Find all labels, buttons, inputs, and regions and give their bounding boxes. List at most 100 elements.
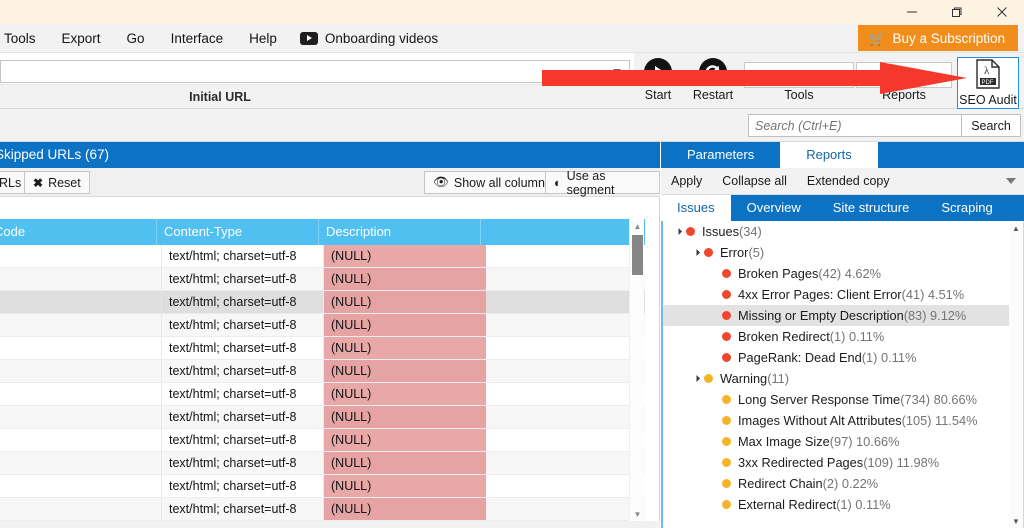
apply-button[interactable]: Apply (661, 174, 712, 188)
use-as-segment-button[interactable]: ◐ Use as segment (545, 169, 660, 197)
tree-item-count: (2) 0.22% (822, 476, 879, 491)
cell-content-type: text/html; charset=utf-8 (162, 337, 324, 359)
tree-item-count: (1) 0.11% (836, 497, 891, 512)
menu-item-export[interactable]: Export (49, 24, 114, 53)
subtab-overview[interactable]: Overview (731, 195, 817, 221)
svg-text:PDF: PDF (982, 80, 994, 86)
menu-item-go[interactable]: Go (114, 24, 158, 53)
tree-scroll-up-icon[interactable]: ▲ (1009, 221, 1023, 235)
extended-copy-button[interactable]: Extended copy (797, 174, 900, 188)
cell-code (0, 452, 162, 474)
tree-item[interactable]: External Redirect (1) 0.11% (663, 494, 1023, 515)
tree-item-label: Images Without Alt Attributes (738, 413, 902, 428)
column-header-description[interactable]: Description (318, 219, 480, 245)
window-titlebar (0, 0, 1024, 24)
subtab-issues[interactable]: Issues (661, 195, 731, 221)
table-row[interactable]: text/html; charset=utf-8 (NULL) (0, 452, 645, 475)
issues-tree: Issues (34) Error (5) Broken Pages (42) 4.… (661, 221, 1024, 528)
right-panel-tabs: Parameters Reports (661, 142, 1024, 168)
tree-item[interactable]: Redirect Chain (2) 0.22% (663, 473, 1023, 494)
scrollbar-thumb[interactable] (632, 235, 643, 275)
table-row[interactable]: text/html; charset=utf-8 (NULL) (0, 475, 645, 498)
expand-collapse-triangle-icon[interactable] (689, 248, 704, 257)
tree-item-label: Issues (702, 224, 739, 239)
cell-content-type: text/html; charset=utf-8 (162, 406, 324, 428)
tree-item[interactable]: 4xx Error Pages: Client Error (41) 4.51% (663, 284, 1023, 305)
tree-vertical-scrollbar[interactable]: ▲ ▼ (1009, 221, 1023, 528)
menu-item-interface[interactable]: Interface (158, 24, 237, 53)
table-row[interactable]: text/html; charset=utf-8 (NULL) (0, 360, 645, 383)
column-header-content-type[interactable]: Content-Type (156, 219, 318, 245)
cell-content-type: text/html; charset=utf-8 (162, 245, 324, 267)
cell-code (0, 291, 162, 313)
chevron-down-icon[interactable] (613, 69, 621, 74)
pdf-icon: λ PDF (975, 59, 1001, 92)
tree-item[interactable]: Broken Redirect (1) 0.11% (663, 326, 1023, 347)
tree-item[interactable]: Warning (11) (663, 368, 1023, 389)
collapse-all-button[interactable]: Collapse all (712, 174, 797, 188)
maximize-restore-button[interactable] (934, 0, 979, 24)
ribbon-toolbar: Initial URL Start Restart Tools Reports (0, 53, 1024, 109)
tree-scroll-down-icon[interactable]: ▼ (1009, 514, 1023, 528)
cell-description: (NULL) (324, 498, 486, 520)
table-row[interactable]: text/html; charset=utf-8 (NULL) (0, 498, 645, 521)
tree-item[interactable]: Long Server Response Time (734) 80.66% (663, 389, 1023, 410)
tools-ribbon-button[interactable] (744, 62, 854, 88)
reports-ribbon-button[interactable] (856, 62, 952, 88)
menu-item-tools[interactable]: Tools (0, 24, 49, 53)
play-circle-icon (634, 57, 682, 87)
subtab-site-structure[interactable]: Site structure (817, 195, 926, 221)
cell-description: (NULL) (324, 383, 486, 405)
error-dot-icon (722, 311, 731, 320)
search-button[interactable]: Search (962, 114, 1021, 137)
menu-item-onboarding-videos[interactable]: Onboarding videos (290, 24, 448, 53)
minimize-button[interactable] (889, 0, 934, 24)
table-row[interactable]: text/html; charset=utf-8 (NULL) (0, 268, 645, 291)
tree-item-label: Error (720, 245, 749, 260)
table-row[interactable]: text/html; charset=utf-8 (NULL) (0, 383, 645, 406)
tree-item[interactable]: Error (5) (663, 242, 1023, 263)
buy-subscription-button[interactable]: 🛒 Buy a Subscription (858, 25, 1018, 51)
cell-code (0, 314, 162, 336)
tree-item[interactable]: PageRank: Dead End (1) 0.11% (663, 347, 1023, 368)
tree-item[interactable]: Images Without Alt Attributes (105) 11.5… (663, 410, 1023, 431)
tree-item[interactable]: Max Image Size (97) 10.66% (663, 431, 1023, 452)
start-button[interactable]: Start (634, 57, 682, 103)
expand-collapse-triangle-icon[interactable] (689, 374, 704, 383)
table-row[interactable]: text/html; charset=utf-8 (NULL) (0, 429, 645, 452)
column-header-code[interactable]: Code (0, 219, 156, 245)
tree-item-count: (734) 80.66% (900, 392, 978, 407)
table-horizontal-scrollbar[interactable] (0, 521, 660, 528)
table-vertical-scrollbar[interactable]: ▲ ▼ (629, 219, 644, 521)
menu-item-help[interactable]: Help (236, 24, 290, 53)
tab-parameters[interactable]: Parameters (661, 142, 780, 168)
seo-audit-button[interactable]: λ PDF SEO Audit (957, 57, 1019, 109)
cell-code (0, 383, 162, 405)
initial-url-input[interactable] (0, 60, 630, 83)
tree-item[interactable]: Issues (34) (663, 221, 1023, 242)
subtab-scraping[interactable]: Scraping (925, 195, 1008, 221)
table-row[interactable]: text/html; charset=utf-8 (NULL) (0, 291, 645, 314)
search-input[interactable] (748, 114, 962, 137)
scroll-up-icon[interactable]: ▲ (630, 219, 645, 233)
table-row[interactable]: text/html; charset=utf-8 (NULL) (0, 337, 645, 360)
expand-collapse-triangle-icon[interactable] (671, 227, 686, 236)
restart-button[interactable]: Restart (689, 57, 737, 103)
tab-reports[interactable]: Reports (780, 142, 878, 168)
overflow-chevron-down-icon[interactable] (1006, 178, 1016, 184)
tree-item-count: (11) (767, 371, 789, 386)
scroll-down-icon[interactable]: ▼ (630, 507, 645, 521)
tree-item[interactable]: Missing or Empty Description (83) 9.12% (663, 305, 1023, 326)
right-reports-panel: Parameters Reports Apply Collapse all Ex… (661, 142, 1024, 528)
table-row[interactable]: text/html; charset=utf-8 (NULL) (0, 314, 645, 337)
tree-item[interactable]: Broken Pages (42) 4.62% (663, 263, 1023, 284)
show-all-columns-button[interactable]: 👁 Show all columns (424, 171, 561, 194)
table-row[interactable]: text/html; charset=utf-8 (NULL) (0, 406, 645, 429)
pie-chart-icon: ◐ (554, 175, 562, 190)
tree-item[interactable]: 3xx Redirected Pages (109) 11.98% (663, 452, 1023, 473)
restart-label: Restart (692, 88, 734, 102)
close-button[interactable] (979, 0, 1024, 24)
cell-filler (486, 360, 645, 382)
table-row[interactable]: text/html; charset=utf-8 (NULL) (0, 245, 645, 268)
reset-button[interactable]: ✖ Reset (24, 171, 90, 194)
